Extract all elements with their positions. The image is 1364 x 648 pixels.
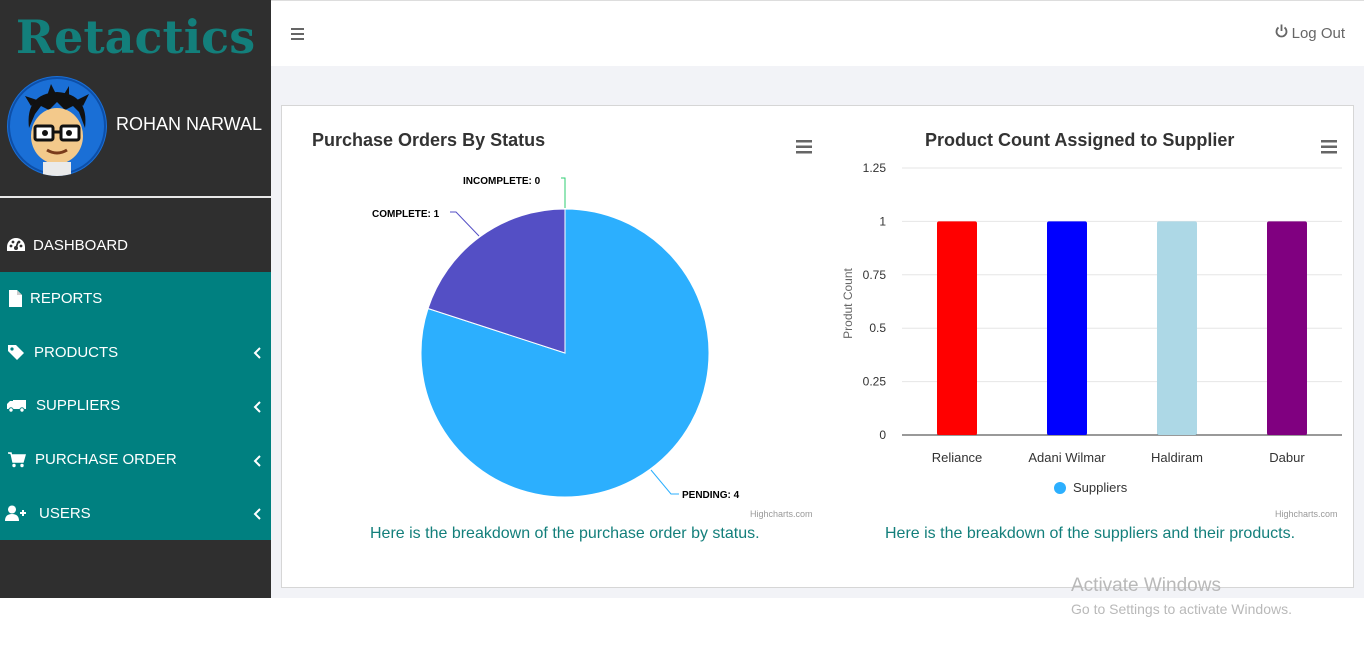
power-icon xyxy=(1275,24,1288,42)
y-tick-label: 1 xyxy=(879,214,886,228)
sidebar-item-dashboard[interactable]: DASHBOARD xyxy=(0,218,271,272)
sidebar-item-label: PURCHASE ORDER xyxy=(35,451,177,469)
bar-reliance[interactable] xyxy=(937,221,977,435)
user-name: ROHAN NARWAL xyxy=(116,114,263,134)
sidebar: Retactics ROHAN NARWAL DASHBOARD REPORTS… xyxy=(0,0,271,598)
user-profile: ROHAN NARWAL xyxy=(0,70,271,196)
x-tick-label: Dabur xyxy=(1269,450,1305,465)
chevron-left-icon xyxy=(253,507,263,520)
file-icon xyxy=(4,290,26,308)
bar-dabur[interactable] xyxy=(1267,221,1307,435)
activate-windows-subtitle: Go to Settings to activate Windows. xyxy=(1071,601,1292,617)
pie-data-label: INCOMPLETE: 0 xyxy=(463,176,541,187)
cart-icon xyxy=(6,451,28,469)
user-plus-icon xyxy=(5,504,27,522)
brand-logo[interactable]: Retactics xyxy=(0,10,271,64)
bar-adani-wilmar[interactable] xyxy=(1047,221,1087,435)
truck-icon xyxy=(6,397,28,415)
sidebar-nav: DASHBOARD REPORTS PRODUCTS SUPPLIERS PUR… xyxy=(0,218,271,540)
pie-data-label: COMPLETE: 1 xyxy=(372,209,440,220)
sidebar-item-suppliers[interactable]: SUPPLIERS xyxy=(0,379,271,433)
avatar xyxy=(7,76,107,176)
y-tick-label: 0.75 xyxy=(863,268,887,282)
legend-item-suppliers[interactable]: Suppliers xyxy=(1073,480,1128,495)
top-bar: Log Out xyxy=(271,0,1364,66)
y-tick-label: 0.25 xyxy=(863,375,887,389)
chevron-left-icon xyxy=(253,400,263,413)
y-tick-label: 1.25 xyxy=(863,161,887,175)
pie-label-connector xyxy=(561,177,566,208)
bar-chart-title: Product Count Assigned to Supplier xyxy=(925,130,1235,150)
x-tick-label: Reliance xyxy=(932,450,983,465)
sidebar-item-label: DASHBOARD xyxy=(33,236,129,254)
activate-windows-title: Activate Windows xyxy=(1071,575,1221,596)
legend-marker[interactable] xyxy=(1054,482,1066,494)
bar-chart-caption: Here is the breakdown of the suppliers a… xyxy=(885,525,1296,542)
pie-chart-caption: Here is the breakdown of the purchase or… xyxy=(370,525,760,542)
dashboard-icon xyxy=(5,236,27,254)
pie-data-label: PENDING: 4 xyxy=(682,490,740,501)
x-tick-label: Haldiram xyxy=(1151,450,1203,465)
pie-chart-title: Purchase Orders By Status xyxy=(312,130,546,150)
bar-chart-credits[interactable]: Highcharts.com xyxy=(1275,509,1338,519)
y-axis-label: Produt Count xyxy=(841,267,855,338)
pie-label-connector xyxy=(450,211,480,237)
sidebar-item-users[interactable]: USERS xyxy=(0,486,271,540)
sidebar-item-label: SUPPLIERS xyxy=(36,397,121,415)
sidebar-item-reports[interactable]: REPORTS xyxy=(0,272,271,326)
pie-chart-credits[interactable]: Highcharts.com xyxy=(750,509,813,519)
chevron-left-icon xyxy=(253,454,263,467)
bar-chart: 0 0.25 0.5 0.75 1 1.25 Produt Count Reliance Ada… xyxy=(841,161,1342,495)
bar-haldiram[interactable] xyxy=(1157,221,1197,435)
y-tick-label: 0 xyxy=(879,428,886,442)
tag-icon xyxy=(5,343,27,361)
x-tick-label: Adani Wilmar xyxy=(1028,450,1106,465)
sidebar-divider xyxy=(0,196,271,198)
chevron-left-icon xyxy=(253,346,263,360)
logout-button[interactable]: Log Out xyxy=(1275,24,1345,42)
y-tick-label: 0.5 xyxy=(869,321,886,335)
sidebar-item-label: USERS xyxy=(39,504,91,522)
logout-label: Log Out xyxy=(1291,24,1345,42)
sidebar-item-products[interactable]: PRODUCTS xyxy=(0,326,271,380)
sidebar-item-label: REPORTS xyxy=(30,290,103,308)
pie-chart: INCOMPLETE: 0 COMPLETE: 1 PENDING: 4 xyxy=(372,176,740,501)
hamburger-menu-icon[interactable] xyxy=(291,27,304,40)
pie-chart-menu-icon[interactable] xyxy=(796,140,812,154)
sidebar-item-purchase-order[interactable]: PURCHASE ORDER xyxy=(0,433,271,487)
sidebar-item-label: PRODUCTS xyxy=(34,343,119,361)
pie-label-connector xyxy=(650,469,679,495)
